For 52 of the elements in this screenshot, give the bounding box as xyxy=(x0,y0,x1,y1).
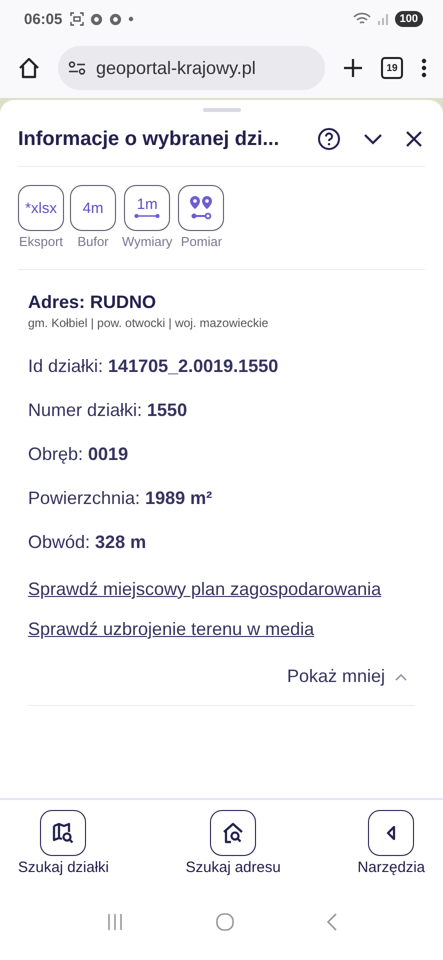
battery-level: 100 xyxy=(394,11,423,27)
browser-icon xyxy=(90,12,104,26)
tool-button[interactable] xyxy=(178,185,224,231)
tool-button[interactable]: 1m xyxy=(124,185,170,231)
chevron-up-icon xyxy=(395,672,407,681)
nav-button[interactable] xyxy=(368,810,414,856)
tool-label: Pomiar xyxy=(180,234,222,249)
show-less-toggle[interactable]: Pokaż mniej xyxy=(286,666,415,688)
home-button-icon[interactable] xyxy=(214,912,234,932)
nav-button[interactable] xyxy=(210,810,256,856)
back-icon[interactable] xyxy=(326,913,338,931)
nav-label: Narzędzia xyxy=(357,859,425,876)
tool-button[interactable]: 4m xyxy=(70,185,116,231)
parcel-detail: Numer działki: 1550 xyxy=(28,400,188,421)
parcel-detail: Powierzchnia: 1989 m² xyxy=(28,488,214,509)
tool-label: Eksport xyxy=(18,234,64,249)
map-search-icon xyxy=(52,822,74,844)
parcel-detail: Obwód: 328 m xyxy=(28,532,148,553)
status-time: 06:05 xyxy=(24,10,62,28)
recent-apps-icon[interactable] xyxy=(106,913,124,931)
check-link[interactable]: Sprawdź uzbrojenie terenu w media xyxy=(28,616,415,642)
parcel-detail: Id działki: 141705_2.0019.1550 xyxy=(28,356,280,377)
dimension-line-icon xyxy=(134,213,160,219)
panel-title: Informacje o wybranej dzi... xyxy=(18,128,280,150)
address-bar[interactable]: geoportal-krajowy.pl xyxy=(58,46,325,90)
screenshot-icon xyxy=(70,12,84,26)
house-search-icon xyxy=(222,822,244,844)
triangle-left-icon xyxy=(386,826,396,840)
tool-label: Bufor xyxy=(77,234,109,249)
menu-icon[interactable] xyxy=(421,58,427,78)
drag-handle[interactable] xyxy=(202,108,240,112)
collapse-chevron-icon[interactable] xyxy=(363,133,383,145)
close-icon[interactable] xyxy=(405,130,423,148)
parcel-detail: Obręb: 0019 xyxy=(28,444,130,465)
browser-icon xyxy=(109,12,122,26)
nav-button[interactable] xyxy=(40,810,86,856)
tool-button[interactable]: *xlsx xyxy=(18,185,64,231)
new-tab-icon[interactable] xyxy=(343,58,363,78)
dot-icon xyxy=(128,16,134,22)
pins-route-icon xyxy=(189,195,214,221)
wifi-icon xyxy=(352,12,371,26)
signal-icon xyxy=(376,13,389,25)
address-title: Adres: RUDNO xyxy=(28,292,158,313)
check-link[interactable]: Sprawdź miejscowy plan zagospodarowania xyxy=(28,576,415,602)
home-icon[interactable] xyxy=(18,57,40,79)
tab-count-button[interactable]: 19 xyxy=(381,57,403,79)
nav-label: Szukaj działki xyxy=(18,859,109,876)
help-icon[interactable] xyxy=(317,127,341,151)
address-subtitle: gm. Kołbiel | pow. otwocki | woj. mazowieckie xyxy=(28,316,270,330)
site-settings-icon[interactable] xyxy=(68,61,86,75)
tool-label: Wymiary xyxy=(122,234,172,249)
nav-label: Szukaj adresu xyxy=(186,859,281,876)
